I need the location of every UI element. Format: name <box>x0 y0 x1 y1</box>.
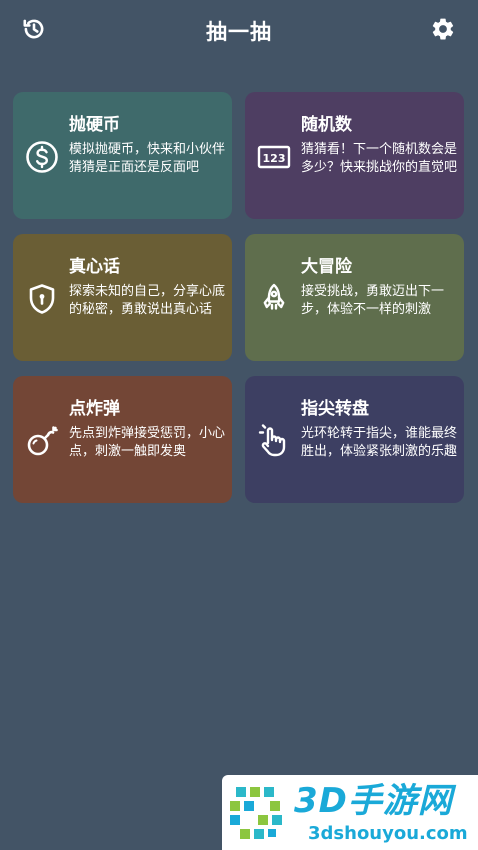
card-description: 光环轮转于指尖，谁能最终胜出，体验紧张刺激的乐趣 <box>301 426 458 459</box>
hand-touch-icon <box>257 424 291 458</box>
card-description: 探索未知的自己，分享心底的秘密，勇敢说出真心话 <box>69 284 226 317</box>
card-finger-roulette[interactable]: 指尖转盘 光环轮转于指尖，谁能最终胜出，体验紧张刺激的乐趣 <box>245 376 464 503</box>
card-title: 指尖转盘 <box>301 399 369 419</box>
app-header: 抽一抽 <box>0 0 478 62</box>
page-title: 抽一抽 <box>206 20 272 44</box>
card-title: 真心话 <box>69 257 120 277</box>
card-description: 猜猜看！下一个随机数会是多少？快来挑战你的直觉吧 <box>301 142 458 175</box>
shield-lock-icon <box>25 282 59 316</box>
watermark-url: 3dshouyou.com <box>308 823 468 844</box>
card-dare[interactable]: 大冒险 接受挑战，勇敢迈出下一步，体验不一样的刺激 <box>245 234 464 361</box>
card-truth[interactable]: 真心话 探索未知的自己，分享心底的秘密，勇敢说出真心话 <box>13 234 232 361</box>
card-bomb[interactable]: 点炸弹 先点到炸弹接受惩罚，小心点，刺激一触即发奥 <box>13 376 232 503</box>
card-description: 模拟抛硬币，快来和小伙伴猜猜是正面还是反面吧 <box>69 142 226 175</box>
settings-button[interactable] <box>426 14 460 48</box>
gear-icon <box>430 16 456 46</box>
bomb-icon <box>25 424 59 458</box>
card-coin-toss[interactable]: 抛硬币 模拟抛硬币，快来和小伙伴猜猜是正面还是反面吧 <box>13 92 232 219</box>
card-random-number[interactable]: 123 随机数 猜猜看！下一个随机数会是多少？快来挑战你的直觉吧 <box>245 92 464 219</box>
watermark-title: 3D手游网 <box>294 781 453 821</box>
watermark-badge: 3D手游网 3dshouyou.com <box>222 775 478 850</box>
card-title: 点炸弹 <box>69 399 120 419</box>
card-title: 随机数 <box>301 115 352 135</box>
3d-logo-icon <box>228 783 288 841</box>
dollar-coin-icon <box>25 140 59 174</box>
rocket-icon <box>257 282 291 316</box>
numbers-123-icon: 123 <box>257 140 291 174</box>
card-title: 大冒险 <box>301 257 352 277</box>
svg-text:123: 123 <box>263 152 286 165</box>
card-title: 抛硬币 <box>69 115 120 135</box>
card-description: 接受挑战，勇敢迈出下一步，体验不一样的刺激 <box>301 284 445 317</box>
card-description: 先点到炸弹接受惩罚，小心点，刺激一触即发奥 <box>69 426 226 459</box>
